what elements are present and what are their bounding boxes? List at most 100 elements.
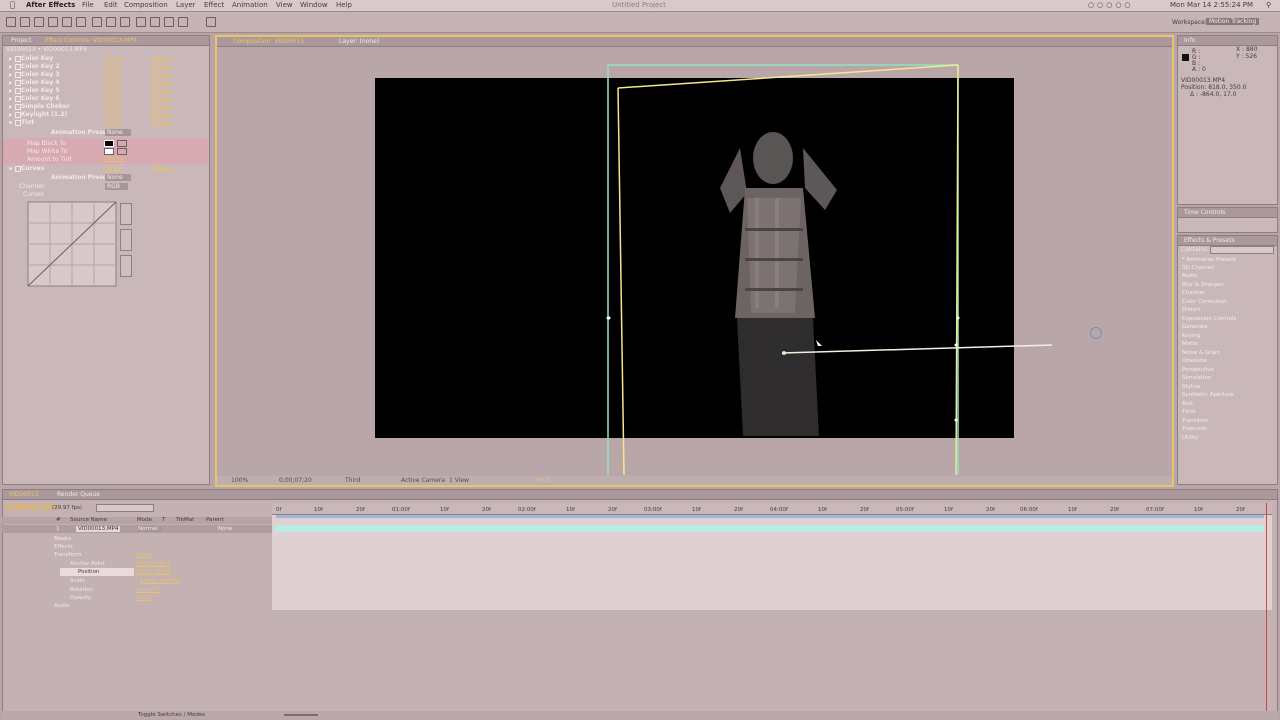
list-item[interactable]: Channel [1182,290,1205,296]
effect-row[interactable]: Curves Reset About... [7,165,203,173]
reset-link[interactable]: Reset [105,79,122,86]
effect-row[interactable]: Simple Choker Reset About... [7,103,203,111]
effect-row[interactable]: Color Key 5 Reset About... [7,87,203,95]
prop-transform[interactable]: Transform [54,552,81,558]
about-link[interactable]: About... [151,87,174,94]
selection-tool-icon[interactable] [6,17,16,27]
tab-layer[interactable]: Layer: (none) [339,38,379,45]
toggle-icon[interactable] [206,17,216,27]
type-tool-icon[interactable] [120,17,130,27]
animation-presets-select[interactable]: None [105,129,131,136]
effect-row[interactable]: Color Key 6 Reset About... [7,95,203,103]
position-value[interactable]: 818.0, 350.0 [136,569,171,575]
disclosure-triangle-icon[interactable] [8,167,13,171]
menu-animation[interactable]: Animation [232,1,268,9]
layer-name[interactable]: VID00013.MP4 [76,526,121,532]
eraser-tool-icon[interactable] [164,17,174,27]
disclosure-triangle-icon[interactable] [8,121,13,125]
list-item[interactable]: Obsolete [1182,358,1207,364]
menu-help[interactable]: Help [336,1,352,9]
tab-composition-timeline[interactable]: VID00013 [9,491,39,498]
zoom-select[interactable]: 100% [231,477,248,484]
pan-behind-tool-icon[interactable] [76,17,86,27]
tab-time-controls[interactable]: Time Controls [1184,209,1225,216]
layer-duration-bar[interactable] [274,525,1264,532]
rotate-tool-icon[interactable] [48,17,58,27]
list-item[interactable]: Color Correction [1182,299,1227,305]
about-link[interactable]: About... [151,95,174,102]
menu-app[interactable]: After Effects [26,1,75,9]
list-item[interactable]: Audio [1182,273,1198,279]
list-item[interactable]: Simulation [1182,375,1211,381]
view-layout-select[interactable]: 1 View [449,477,469,484]
list-item[interactable]: Trapcode [1182,426,1207,432]
zoom-tool-icon[interactable] [34,17,44,27]
menu-file[interactable]: File [82,1,94,9]
puppet-tool-icon[interactable] [178,17,188,27]
disclosure-triangle-icon[interactable] [9,73,12,77]
about-link[interactable]: About... [151,111,174,118]
about-link[interactable]: About... [151,103,174,110]
tab-effects-presets[interactable]: Effects & Presets [1184,237,1235,244]
reset-link[interactable]: Reset [105,103,122,110]
disclosure-triangle-icon[interactable] [9,113,12,117]
reset-link[interactable]: Reset [105,55,122,62]
reset-link[interactable]: Reset [105,119,122,126]
scale-value[interactable]: 100.0, 100.0% [140,578,180,584]
menu-layer[interactable]: Layer [176,1,196,9]
list-item[interactable]: Transition [1182,418,1209,424]
opacity-value[interactable]: 100% [136,595,152,601]
about-link[interactable]: About... [151,71,174,78]
effect-row[interactable]: Keylight (1.2) Reset About... [7,111,203,119]
effect-row[interactable]: Tint Reset About... [7,119,203,127]
zoom-slider[interactable] [284,714,318,716]
menu-view[interactable]: View [276,1,293,9]
menu-effect[interactable]: Effect [204,1,224,9]
prop-effects[interactable]: Effects [54,544,73,550]
column-trkmat[interactable]: TrkMat [176,517,194,523]
camera-select[interactable]: Active Camera [401,477,445,484]
current-time-indicator[interactable] [1266,503,1267,713]
animation-presets-select[interactable]: None [105,174,131,181]
effect-row[interactable]: Color Key 4 Reset About... [7,79,203,87]
reset-link[interactable]: Reset [105,87,122,94]
effect-row[interactable]: Color Key 2 Reset About... [7,63,203,71]
timecode-display[interactable]: 0;00;07;20 [279,477,312,484]
tab-effect-controls[interactable]: Effect Controls: VID00013.MP4 [45,37,137,44]
reset-link[interactable]: Reset [105,111,122,118]
tab-info[interactable]: Info [1184,37,1195,44]
map-white-swatch[interactable] [104,148,114,155]
eyedropper-icon[interactable] [117,140,127,147]
tab-render-queue[interactable]: Render Queue [57,491,100,498]
mask-tool-icon[interactable] [92,17,102,27]
column-mode[interactable]: Mode [137,517,152,523]
rotation-value[interactable]: 0x +0.0° [136,587,161,593]
column-parent[interactable]: Parent [206,517,224,523]
contains-search-input[interactable] [1210,246,1274,254]
disclosure-triangle-icon[interactable] [9,57,12,61]
curves-smooth-icon[interactable] [120,255,132,277]
timeline-search-input[interactable] [96,504,154,512]
menu-edit[interactable]: Edit [104,1,118,9]
workspace-select[interactable]: Motion Tracking [1206,18,1260,25]
list-item[interactable]: * Animation Presets [1182,257,1236,263]
brush-tool-icon[interactable] [136,17,146,27]
tab-composition[interactable]: Composition: VID00013 [233,38,304,45]
list-item[interactable]: Perspective [1182,367,1214,373]
list-item[interactable]: Text [1182,401,1193,407]
disclosure-triangle-icon[interactable] [9,97,12,101]
channel-select[interactable]: RGB [105,183,128,190]
hand-tool-icon[interactable] [20,17,30,27]
list-item[interactable]: Distort [1182,307,1201,313]
work-area-bar[interactable] [276,515,1264,518]
reset-link[interactable]: Reset [105,63,122,70]
list-item[interactable]: Noise & Grain [1182,350,1220,356]
reset-link[interactable]: Reset [105,95,122,102]
about-link[interactable]: About... [151,55,174,62]
list-item[interactable]: Stylize [1182,384,1200,390]
disclosure-triangle-icon[interactable] [9,105,12,109]
list-item[interactable]: Utility [1182,435,1198,441]
menu-composition[interactable]: Composition [124,1,168,9]
disclosure-triangle-icon[interactable] [9,81,12,85]
curves-pen-icon[interactable] [120,203,132,225]
